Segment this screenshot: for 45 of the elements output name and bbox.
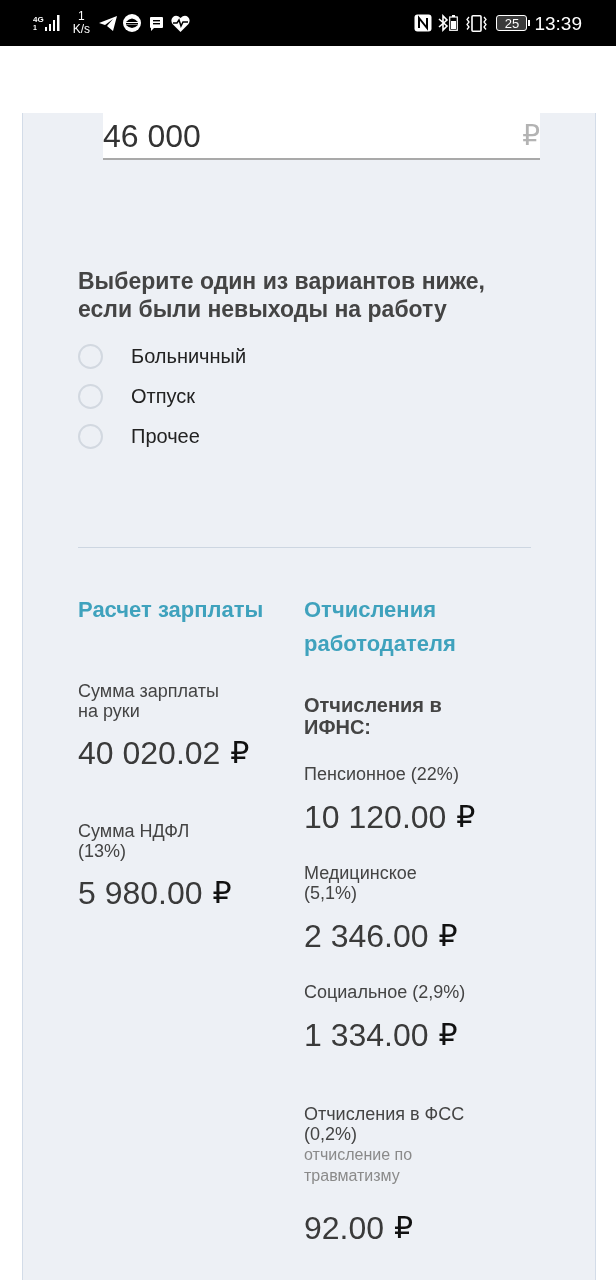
section-title: Отчисления работодателя	[304, 596, 457, 658]
result-label: Социальное (2,9%)	[304, 982, 467, 1002]
amount-value: 5 980.00	[78, 874, 203, 913]
battery-icon	[449, 15, 459, 31]
result-label: Медицинское (5,1%)	[304, 863, 418, 903]
currency-sign: ₽	[438, 917, 458, 955]
section-title: Расчет зарплаты	[78, 596, 265, 624]
subsection-title: Отчисления в ИФНС:	[304, 694, 443, 738]
currency-sign: ₽	[212, 874, 232, 912]
radio-label[interactable]: Прочее	[131, 424, 200, 448]
result-label: Сумма зарплаты на руки	[78, 681, 220, 721]
radio-label[interactable]: Отпуск	[131, 384, 196, 408]
amount-value: 10 120.00	[304, 798, 447, 837]
amount-value: 2 346.00	[304, 917, 429, 956]
amount-value: 40 020.02	[78, 734, 221, 773]
currency-sign: ₽	[230, 734, 250, 772]
result-note: отчисление по травматизму	[304, 1145, 414, 1186]
vibrate-icon	[466, 14, 488, 32]
signal-icon	[44, 15, 61, 31]
battery-level: 25	[496, 15, 528, 31]
result-label: Сумма НДФЛ (13%)	[78, 821, 191, 861]
network-type: 4G	[33, 14, 44, 24]
nfc-icon	[414, 14, 433, 32]
radio-button[interactable]	[78, 383, 103, 409]
round-logo-icon	[123, 14, 141, 32]
speed-unit: K/s	[72, 23, 90, 36]
radio-button[interactable]	[78, 343, 103, 369]
amount-value: 92.00	[304, 1209, 385, 1248]
currency-sign: ₽	[394, 1209, 414, 1247]
result-label: Пенсионное (22%)	[304, 764, 460, 784]
radio-button[interactable]	[78, 423, 103, 449]
currency-sign: ₽	[438, 1016, 458, 1054]
salary-input[interactable]: 46 000 ₽	[103, 113, 540, 160]
speed-value: 1	[78, 10, 85, 23]
result-label: Отчисления в ФСС (0,2%)	[304, 1104, 466, 1144]
heart-pulse-icon	[171, 14, 190, 32]
radio-label[interactable]: Больничный	[131, 344, 247, 368]
amount-value: 1 334.00	[304, 1016, 429, 1055]
absence-question: Выберите один из вариантов ниже, если были невыходы на работу	[78, 267, 486, 323]
paper-plane-icon	[99, 15, 117, 31]
currency-sign: ₽	[456, 798, 476, 836]
currency-suffix: ₽	[522, 117, 540, 154]
bluetooth-icon	[438, 14, 450, 32]
clock-time: 13:39	[534, 13, 582, 33]
message-icon	[149, 15, 164, 31]
